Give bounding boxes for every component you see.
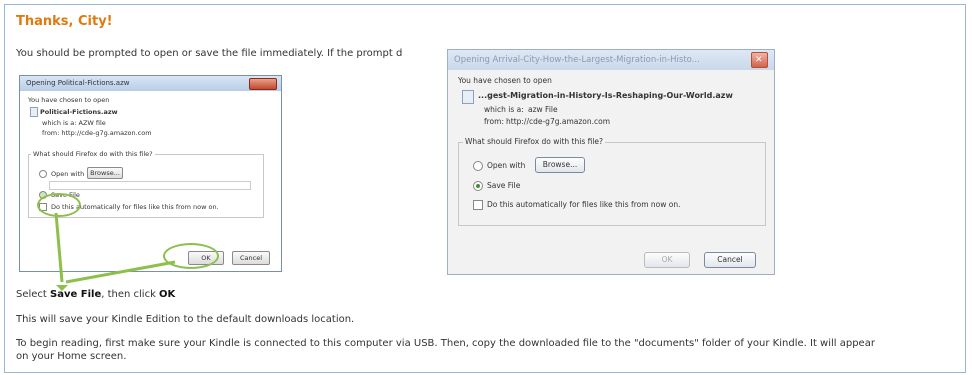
large-chosen-text: You have chosen to open bbox=[458, 76, 552, 85]
large-from-value: http://cde-g7g.amazon.com bbox=[506, 117, 611, 126]
file-icon bbox=[462, 90, 474, 104]
large-question: What should Firefox do with this file? bbox=[463, 137, 606, 146]
large-which-is-label: which is a: bbox=[484, 105, 524, 114]
large-save-file-radio bbox=[473, 181, 483, 191]
instruction-line: Select Save File, then click OK bbox=[16, 289, 175, 300]
instruction-prefix: Select bbox=[16, 289, 51, 300]
large-which-is-value: azw File bbox=[528, 105, 558, 114]
large-dialog-title: Opening Arrival-City-How-the-Largest-Mig… bbox=[454, 55, 700, 65]
large-open-with-label: Open with bbox=[487, 161, 526, 170]
large-dialog-body: You have chosen to open ...gest-Migratio… bbox=[448, 70, 774, 274]
instruction-ok: OK bbox=[159, 289, 176, 300]
instruction-save-file: Save File bbox=[50, 289, 102, 300]
large-auto-checkbox bbox=[473, 200, 483, 210]
paragraph-save-location: This will save your Kindle Edition to th… bbox=[16, 314, 355, 325]
large-auto-label: Do this automatically for files like thi… bbox=[487, 200, 681, 209]
large-open-with-radio bbox=[473, 161, 483, 171]
large-ok-button: OK bbox=[644, 252, 690, 268]
large-cancel-button: Cancel bbox=[704, 252, 756, 268]
large-save-file-label: Save File bbox=[487, 181, 521, 190]
instruction-mid: , then click bbox=[101, 289, 160, 300]
large-download-dialog-screenshot: Opening Arrival-City-How-the-Largest-Mig… bbox=[447, 49, 775, 275]
large-action-group: What should Firefox do with this file? O… bbox=[458, 137, 766, 226]
close-icon bbox=[751, 52, 768, 68]
paragraph-reading-line2: on your Home screen. bbox=[16, 351, 127, 362]
large-dialog-titlebar: Opening Arrival-City-How-the-Largest-Mig… bbox=[448, 50, 774, 70]
paragraph-reading-line1: To begin reading, first make sure your K… bbox=[16, 338, 875, 349]
large-from-label: from: bbox=[484, 117, 504, 126]
large-filename: ...gest-Migration-in-History-Is-Reshapin… bbox=[478, 91, 733, 100]
large-browse-button: Browse... bbox=[535, 157, 585, 173]
